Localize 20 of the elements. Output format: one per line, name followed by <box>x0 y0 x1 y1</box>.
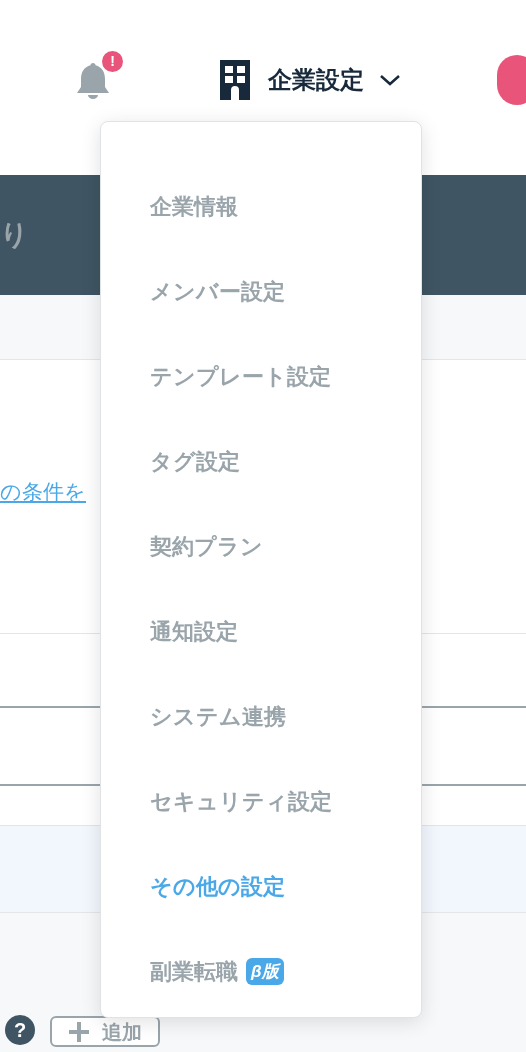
menu-item[interactable]: 通知設定 <box>150 615 238 648</box>
avatar[interactable] <box>497 55 526 105</box>
menu-item[interactable]: メンバー設定 <box>150 275 285 308</box>
company-settings-menu[interactable]: 企業設定 <box>220 60 402 100</box>
notification-badge: ! <box>102 51 123 72</box>
conditions-link[interactable]: の条件を <box>0 475 86 508</box>
add-button[interactable]: 追加 <box>50 1016 160 1047</box>
menu-item[interactable]: その他の設定 <box>150 870 285 903</box>
menu-item[interactable]: 副業転職 <box>150 955 238 988</box>
menu-item[interactable]: タグ設定 <box>150 445 240 478</box>
menu-item[interactable]: テンプレート設定 <box>150 360 331 393</box>
menu-item[interactable]: セキュリティ設定 <box>150 785 332 818</box>
menu-item[interactable]: 企業情報 <box>150 190 238 223</box>
beta-badge: β版 <box>246 957 284 986</box>
help-icon[interactable]: ? <box>5 1015 35 1045</box>
menu-item[interactable]: システム連携 <box>150 700 286 733</box>
banner-text: り <box>0 218 29 252</box>
building-icon <box>220 60 250 100</box>
menu-item[interactable]: 契約プラン <box>150 530 263 563</box>
plus-icon <box>68 1020 90 1043</box>
